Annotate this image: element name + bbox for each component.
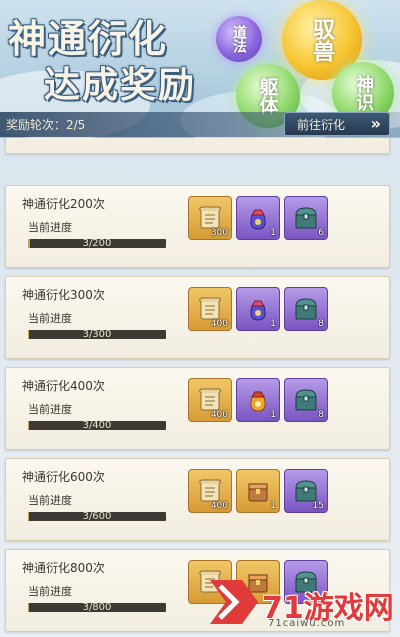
pouch-icon [250, 209, 266, 230]
reward-card-progress-label: 当前进度 [28, 585, 72, 598]
pouch-icon [250, 300, 266, 321]
reward-item-chest[interactable]: 6 [284, 196, 328, 240]
progress-text: 3/400 [82, 420, 112, 431]
reward-items: 400 1 8 [188, 378, 328, 422]
title-line-1: 神通衍化 [8, 16, 169, 61]
reward-card: 神通衍化600次 当前进度 3/600 400 1 15 [5, 458, 390, 541]
reward-item-count: 400 [210, 410, 228, 420]
progress-text: 3/300 [82, 329, 112, 340]
reward-item-count: 15 [312, 501, 324, 511]
chest-icon [295, 298, 317, 320]
reward-item-count: 1 [270, 410, 276, 420]
reward-item-pouch-gold[interactable]: 1 [236, 378, 280, 422]
reward-card-title: 神通衍化800次 [22, 561, 105, 575]
reward-item-chest[interactable]: 8 [284, 378, 328, 422]
reward-item-count: 6 [318, 228, 324, 238]
watermark-subtext: 71caiwu.com [268, 618, 346, 629]
reward-item-count: 1 [270, 501, 276, 511]
reward-item-pouch[interactable]: 1 [236, 287, 280, 331]
reward-card: 神通衍化300次 当前进度 3/300 400 1 8 [5, 276, 390, 359]
reward-card-title: 神通衍化600次 [22, 470, 105, 484]
reward-list[interactable]: 3/120 20014 神通衍化200次 当前进度 3/200 300 1 6 神通… [0, 138, 400, 637]
reward-card-title: 神通衍化200次 [22, 197, 105, 211]
reward-card-title: 神通衍化300次 [22, 288, 105, 302]
reward-item-count: 400 [210, 501, 228, 511]
reward-item-count: 8 [318, 410, 324, 420]
goto-evolve-button[interactable]: 前往衍化 » [284, 112, 390, 136]
reward-card-progress-label: 当前进度 [28, 221, 72, 234]
reward-item-count: 300 [210, 228, 228, 238]
reward-item-chest[interactable]: 8 [284, 287, 328, 331]
title-line-2: 达成奖励 [44, 64, 197, 106]
reward-items: 400 1 8 [188, 287, 328, 331]
reward-item-count: 400 [210, 319, 228, 329]
progress-text: 3/800 [82, 602, 112, 613]
chest-icon [295, 207, 317, 229]
reward-item-box[interactable]: 1 [236, 469, 280, 513]
reward-card: 神通衍化400次 当前进度 3/400 400 1 8 [5, 367, 390, 450]
orb-daofa: 道法 [216, 16, 262, 62]
progress-text: 3/200 [82, 238, 112, 249]
double-chevron-right-icon: » [370, 114, 381, 133]
reward-item-scroll[interactable]: 300 [188, 196, 232, 240]
pouch-gold-icon [250, 391, 266, 412]
reward-card-progress-label: 当前进度 [28, 403, 72, 416]
reward-card-progress-label: 当前进度 [28, 312, 72, 325]
progress-text: 3/600 [82, 511, 112, 522]
reward-item-pouch[interactable]: 1 [236, 196, 280, 240]
goto-evolve-label: 前往衍化 [297, 117, 346, 132]
box-icon [248, 483, 268, 502]
reward-item-chest[interactable]: 15 [284, 469, 328, 513]
reward-item-count: 1 [270, 319, 276, 329]
reward-item-scroll[interactable]: 400 [188, 378, 232, 422]
reward-card-progress-label: 当前进度 [28, 494, 72, 507]
reward-item-scroll[interactable]: 400 [188, 287, 232, 331]
reward-card: 3/120 20014 [5, 138, 390, 154]
reward-item-count: 8 [318, 319, 324, 329]
reward-round-label: 奖励轮次：2/5 [6, 118, 86, 132]
header-banner: 神通衍化 达成奖励 道法 驭兽 躯体 神识 奖励轮次：2/5 前往衍化 » [0, 0, 400, 138]
reward-item-scroll[interactable]: 400 [188, 469, 232, 513]
reward-card-title: 神通衍化400次 [22, 379, 105, 393]
reward-item-count: 1 [270, 228, 276, 238]
reward-card: 神通衍化200次 当前进度 3/200 300 1 6 [5, 185, 390, 268]
reward-items: 300 1 6 [188, 196, 328, 240]
reward-items: 400 1 15 [188, 469, 328, 513]
chest-icon [295, 389, 317, 411]
